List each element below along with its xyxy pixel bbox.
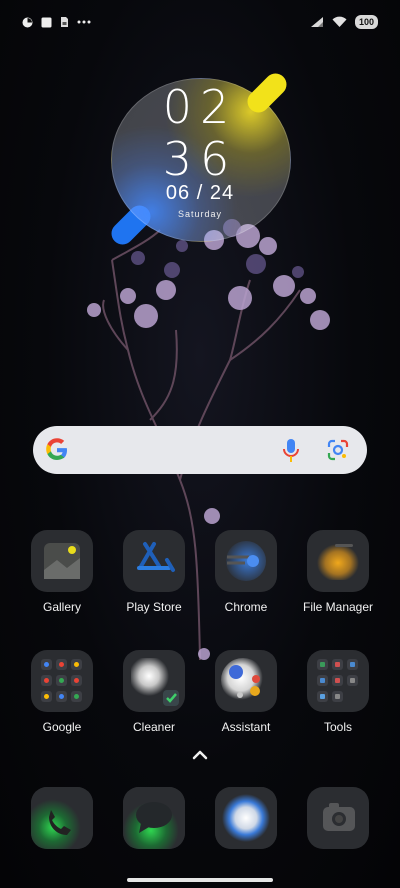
clock-hours: 02 xyxy=(162,80,238,134)
chevron-up-icon[interactable] xyxy=(190,748,210,762)
app-label: Google xyxy=(42,720,82,734)
app-play-store[interactable]: Play Store xyxy=(108,530,200,614)
wifi-icon xyxy=(332,16,347,27)
app-cleaner[interactable]: Cleaner xyxy=(108,650,200,734)
app-label: Chrome xyxy=(224,600,268,614)
clock-day: Saturday xyxy=(177,209,223,219)
sim-card-icon xyxy=(61,17,68,27)
file-manager-icon xyxy=(307,530,369,592)
battery-level: 100 xyxy=(358,17,374,27)
google-lens-icon[interactable] xyxy=(326,438,350,462)
battery-icon: 100 xyxy=(354,15,378,29)
app-assistant[interactable]: Assistant xyxy=(200,650,292,734)
cellular-signal-icon xyxy=(310,17,323,27)
dock-browser[interactable] xyxy=(215,787,277,849)
google-logo-icon xyxy=(46,438,67,460)
assistant-icon xyxy=(215,650,277,712)
square-notification-icon xyxy=(41,17,52,27)
gesture-navigation-bar[interactable] xyxy=(127,878,273,882)
app-label: Tools xyxy=(323,720,352,734)
google-search-bar[interactable] xyxy=(33,426,367,474)
app-chrome[interactable]: Chrome xyxy=(200,530,292,614)
dock-camera[interactable] xyxy=(307,787,369,849)
chrome-icon xyxy=(215,530,277,592)
app-label: Play Store xyxy=(126,600,182,614)
cleaner-icon xyxy=(123,650,185,712)
dock-phone[interactable] xyxy=(31,787,93,849)
play-store-icon xyxy=(123,530,185,592)
browser-icon xyxy=(215,787,277,849)
clock-widget[interactable]: 02 36 06 / 24 Saturday xyxy=(106,68,292,250)
app-label: Assistant xyxy=(221,720,271,734)
app-label: File Manager xyxy=(302,600,374,614)
app-notification-icon xyxy=(22,17,33,27)
app-label: Cleaner xyxy=(132,720,176,734)
clock-minutes: 36 xyxy=(162,132,238,186)
microphone-icon[interactable] xyxy=(281,438,301,464)
tools-folder-icon xyxy=(307,650,369,712)
gallery-icon xyxy=(31,530,93,592)
app-tools-folder[interactable]: Tools xyxy=(292,650,384,734)
clock-date: 06 / 24 xyxy=(165,182,235,204)
app-gallery[interactable]: Gallery xyxy=(16,530,108,614)
google-folder-icon xyxy=(31,650,93,712)
app-file-manager[interactable]: File Manager xyxy=(292,530,384,614)
messages-icon xyxy=(123,787,185,849)
status-bar: 100 xyxy=(0,0,400,44)
app-google-folder[interactable]: Google xyxy=(16,650,108,734)
more-dots-icon xyxy=(77,20,91,24)
app-label: Gallery xyxy=(42,600,81,614)
phone-icon xyxy=(31,787,93,849)
dock-messages[interactable] xyxy=(123,787,185,849)
camera-icon xyxy=(323,803,355,831)
